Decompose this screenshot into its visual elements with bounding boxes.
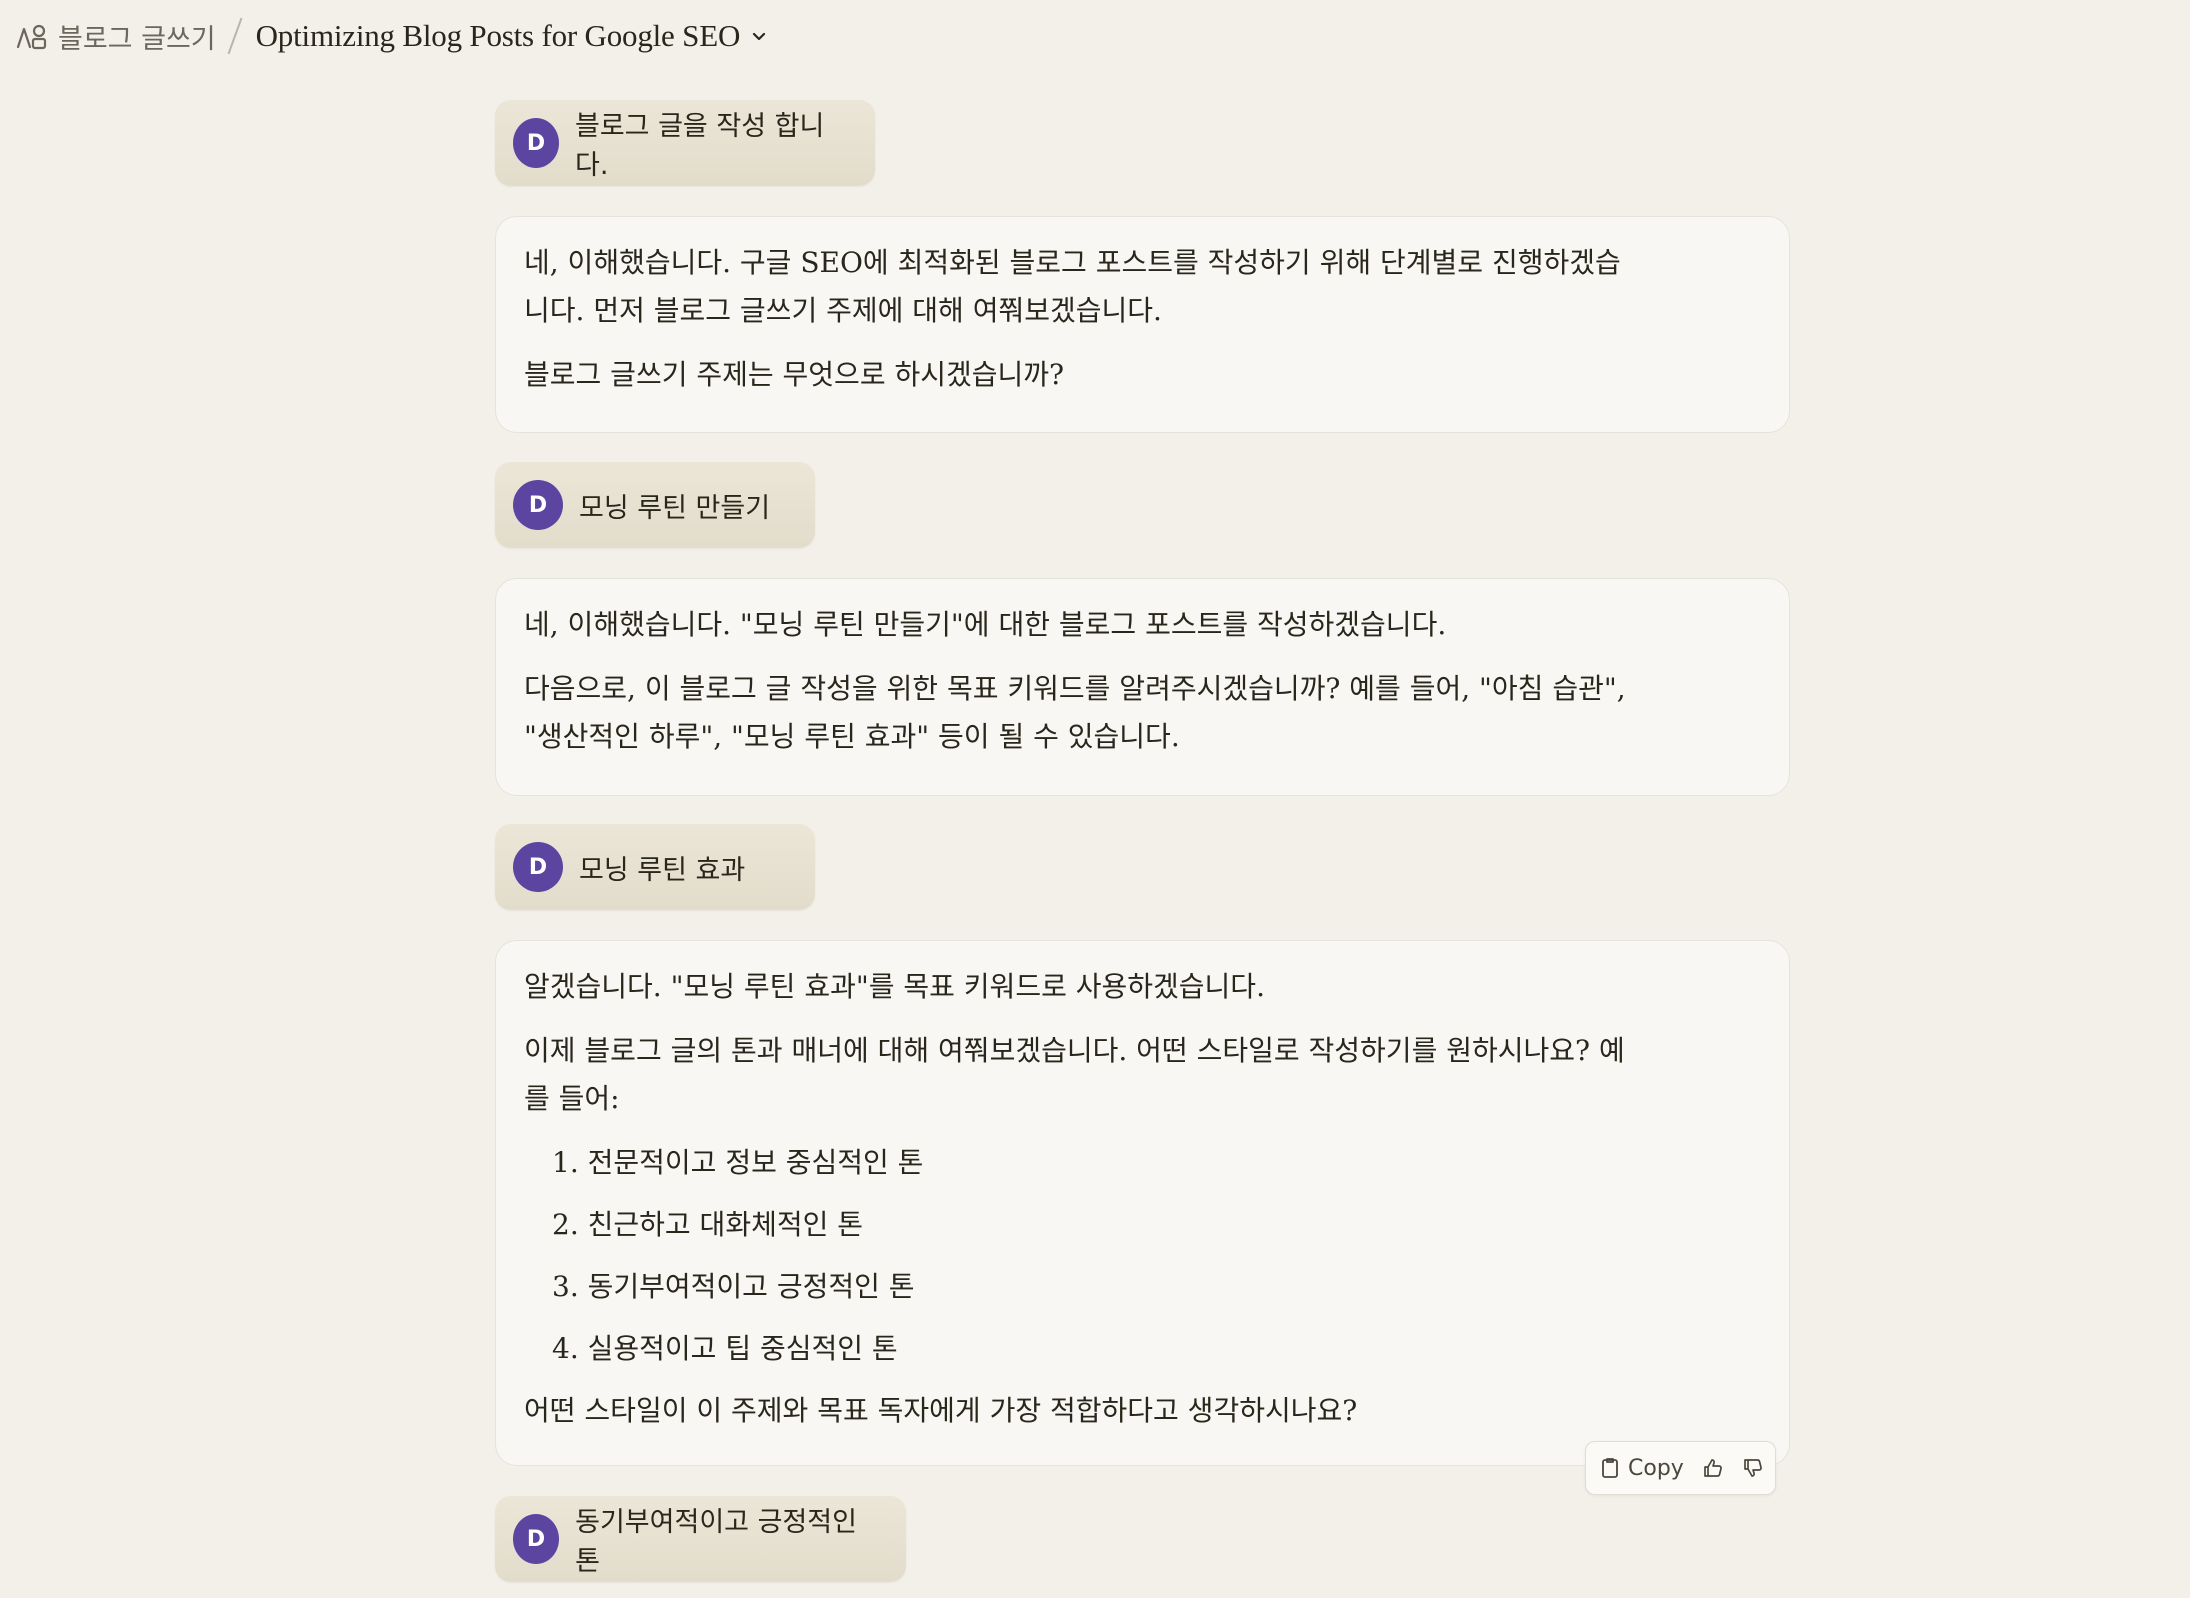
avatar: D <box>513 118 559 168</box>
copy-button[interactable]: Copy <box>1600 1456 1684 1481</box>
list-item: 4. 실용적이고 팁 중심적인 톤 <box>552 1332 898 1365</box>
breadcrumb-separator <box>227 17 243 55</box>
user-message-text: 모닝 루틴 효과 <box>579 854 746 886</box>
assistant-paragraph: 이제 블로그 글의 톤과 매너에 대해 여쭤보겠습니다. 어떤 스타일로 작성하… <box>524 1027 1761 1123</box>
user-message-text: 블로그 글을 작성 합니다. <box>574 111 825 181</box>
assistant-paragraph: 다음으로, 이 블로그 글 작성을 위한 목표 키워드를 알려주시겠습니까? 예… <box>524 665 1761 761</box>
text-line: 이제 블로그 글의 톤과 매너에 대해 여쭤보겠습니다. 어떤 스타일로 작성하… <box>524 1034 1625 1067</box>
thumbs-up-icon[interactable] <box>1702 1457 1724 1479</box>
assistant-message: 네, 이해했습니다. "모닝 루틴 만들기"에 대한 블로그 포스트를 작성하겠… <box>495 578 1790 796</box>
chevron-down-icon[interactable] <box>750 27 768 45</box>
assistant-paragraph: 네, 이해했습니다. "모닝 루틴 만들기"에 대한 블로그 포스트를 작성하겠… <box>524 608 1447 641</box>
text-line: "생산적인 하루", "모닝 루틴 효과" 등이 될 수 있습니다. <box>524 720 1180 753</box>
thumbs-down-icon[interactable] <box>1742 1457 1764 1479</box>
assistant-message: 알겠습니다. "모닝 루틴 효과"를 목표 키워드로 사용하겠습니다. 이제 블… <box>495 940 1790 1466</box>
avatar: D <box>513 1514 560 1564</box>
text-line: 네, 이해했습니다. 구글 SEO에 최적화된 블로그 포스트를 작성하기 위해… <box>524 246 1621 279</box>
user-message: D 모닝 루틴 만들기 <box>495 462 815 548</box>
list-item: 3. 동기부여적이고 긍정적인 톤 <box>552 1270 915 1303</box>
list-item: 1. 전문적이고 정보 중심적인 톤 <box>552 1146 924 1179</box>
copy-label: Copy <box>1628 1455 1684 1481</box>
chat-title[interactable]: Optimizing Blog Posts for Google SEO <box>256 18 741 54</box>
user-message: D 모닝 루틴 효과 <box>495 824 815 910</box>
user-message: D 블로그 글을 작성 합니다. <box>495 100 875 186</box>
user-message: D 동기부여적이고 긍정적인 톤 <box>495 1496 906 1582</box>
assistant-paragraph: 블로그 글쓰기 주제는 무엇으로 하시겠습니까? <box>524 358 1065 391</box>
copy-icon <box>1602 1458 1618 1478</box>
assistant-paragraph: 알겠습니다. "모닝 루틴 효과"를 목표 키워드로 사용하겠습니다. <box>524 970 1265 1003</box>
assistant-message: 네, 이해했습니다. 구글 SEO에 최적화된 블로그 포스트를 작성하기 위해… <box>495 216 1790 433</box>
text-line: 니다. 먼저 블로그 글쓰기 주제에 대해 여쭤보겠습니다. <box>524 294 1162 327</box>
tone-options-list: 1. 전문적이고 정보 중심적인 톤 2. 친근하고 대화체적인 톤 3. 동기… <box>552 1139 1761 1373</box>
text-line: 다음으로, 이 블로그 글 작성을 위한 목표 키워드를 알려주시겠습니까? 예… <box>524 672 1626 705</box>
top-bar: 블로그 글쓰기 Optimizing Blog Posts for Google… <box>0 0 2190 72</box>
text-line: 를 들어: <box>524 1082 620 1115</box>
avatar: D <box>513 842 563 892</box>
user-message-text: 모닝 루틴 만들기 <box>579 492 771 524</box>
project-icon[interactable] <box>14 18 50 54</box>
list-item: 2. 친근하고 대화체적인 톤 <box>552 1208 864 1241</box>
message-action-bar: Copy <box>1585 1441 1776 1495</box>
assistant-paragraph: 네, 이해했습니다. 구글 SEO에 최적화된 블로그 포스트를 작성하기 위해… <box>524 239 1761 335</box>
breadcrumb-project[interactable]: 블로그 글쓰기 <box>58 17 216 56</box>
assistant-paragraph: 어떤 스타일이 이 주제와 목표 독자에게 가장 적합하다고 생각하시나요? <box>524 1394 1358 1427</box>
avatar: D <box>513 480 563 530</box>
user-message-text: 동기부여적이고 긍정적인 톤 <box>575 1507 857 1577</box>
